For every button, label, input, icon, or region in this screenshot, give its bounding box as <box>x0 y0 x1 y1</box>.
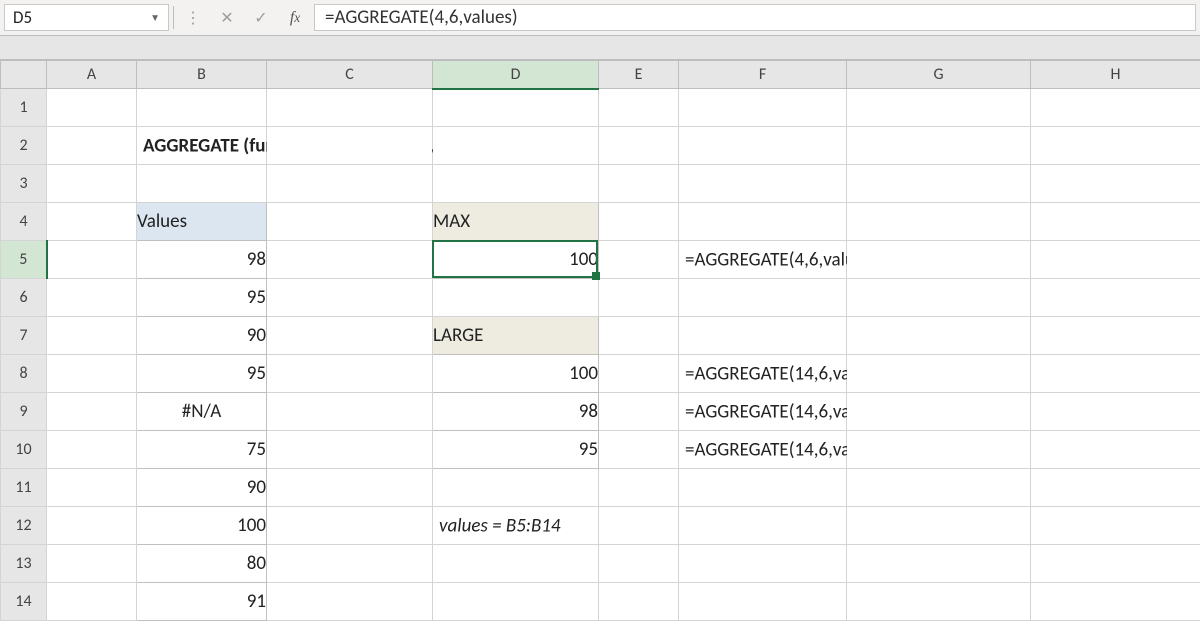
cell-F5[interactable]: =AGGREGATE(4,6,values) <box>679 241 847 279</box>
divider <box>173 6 174 29</box>
col-header-A[interactable]: A <box>47 61 137 89</box>
large-header[interactable]: LARGE <box>433 317 599 355</box>
cell-F9[interactable]: =AGGREGATE(14,6,values,2) <box>679 393 847 431</box>
column-header-row: A B C D E F G H <box>1 61 1200 89</box>
name-box[interactable]: D5 ▼ <box>4 4 169 31</box>
row-header-5[interactable]: 5 <box>1 241 47 279</box>
cell-B2-title[interactable]: AGGREGATE (function_num, options, array,… <box>137 127 267 165</box>
col-header-C[interactable]: C <box>267 61 433 89</box>
row-header-12[interactable]: 12 <box>1 507 47 545</box>
cell-F10[interactable]: =AGGREGATE(14,6,values,3) <box>679 431 847 469</box>
cell-B10[interactable]: 75 <box>137 431 267 469</box>
row-6: 6 95 <box>1 279 1200 317</box>
cell-B8[interactable]: 95 <box>137 355 267 393</box>
row-header-6[interactable]: 6 <box>1 279 47 317</box>
row-12: 12 100 values = B5:B14 <box>1 507 1200 545</box>
row-header-1[interactable]: 1 <box>1 89 47 127</box>
row-header-8[interactable]: 8 <box>1 355 47 393</box>
row-10: 10 75 95 =AGGREGATE(14,6,values,3) <box>1 431 1200 469</box>
row-header-4[interactable]: 4 <box>1 203 47 241</box>
row-header-11[interactable]: 11 <box>1 469 47 507</box>
col-header-B[interactable]: B <box>137 61 267 89</box>
col-header-D[interactable]: D <box>433 61 599 89</box>
name-box-value: D5 <box>13 7 32 28</box>
row-14: 14 91 <box>1 583 1200 621</box>
worksheet-grid[interactable]: A B C D E F G H 1 2 AGGREGATE (function_… <box>0 60 1200 621</box>
cell-B7[interactable]: 90 <box>137 317 267 355</box>
cell-B11[interactable]: 90 <box>137 469 267 507</box>
values-header[interactable]: Values <box>137 203 267 241</box>
cancel-icon[interactable]: ✕ <box>210 0 244 35</box>
cell-F8[interactable]: =AGGREGATE(14,6,values,1) <box>679 355 847 393</box>
chevron-down-icon[interactable]: ▼ <box>150 11 160 24</box>
cell-B5[interactable]: 98 <box>137 241 267 279</box>
select-all-corner[interactable] <box>1 61 47 89</box>
row-header-3[interactable]: 3 <box>1 165 47 203</box>
row-header-14[interactable]: 14 <box>1 583 47 621</box>
row-4: 4 Values MAX <box>1 203 1200 241</box>
row-8: 8 95 100 =AGGREGATE(14,6,values,1) <box>1 355 1200 393</box>
row-header-9[interactable]: 9 <box>1 393 47 431</box>
row-header-10[interactable]: 10 <box>1 431 47 469</box>
formula-input[interactable]: =AGGREGATE(4,6,values) <box>314 4 1196 31</box>
cell-D10[interactable]: 95 <box>433 431 599 469</box>
row-header-2[interactable]: 2 <box>1 127 47 165</box>
row-3: 3 <box>1 165 1200 203</box>
options-icon[interactable]: ⋮ <box>176 0 210 35</box>
formula-text: =AGGREGATE(4,6,values) <box>325 6 518 29</box>
row-5: 5 98 100 =AGGREGATE(4,6,values) <box>1 241 1200 279</box>
cell-B14[interactable]: 91 <box>137 583 267 621</box>
max-header[interactable]: MAX <box>433 203 599 241</box>
ribbon-strip <box>0 36 1200 60</box>
cell-D8[interactable]: 100 <box>433 355 599 393</box>
cell-B12[interactable]: 100 <box>137 507 267 545</box>
enter-icon[interactable]: ✓ <box>244 0 278 35</box>
col-header-H[interactable]: H <box>1031 61 1200 89</box>
row-2: 2 AGGREGATE (function_num, options, arra… <box>1 127 1200 165</box>
row-header-7[interactable]: 7 <box>1 317 47 355</box>
col-header-E[interactable]: E <box>599 61 679 89</box>
row-header-13[interactable]: 13 <box>1 545 47 583</box>
range-note-text: values = B5:B14 <box>439 514 561 537</box>
row-9: 9 #N/A 98 =AGGREGATE(14,6,values,2) <box>1 393 1200 431</box>
cell-B13[interactable]: 80 <box>137 545 267 583</box>
cell-B6[interactable]: 95 <box>137 279 267 317</box>
cell-D5-active[interactable]: 100 <box>433 241 599 279</box>
col-header-G[interactable]: G <box>847 61 1031 89</box>
row-13: 13 80 <box>1 545 1200 583</box>
cell-D9[interactable]: 98 <box>433 393 599 431</box>
row-7: 7 90 LARGE <box>1 317 1200 355</box>
formula-bar: D5 ▼ ⋮ ✕ ✓ fx =AGGREGATE(4,6,values) <box>0 0 1200 36</box>
col-header-F[interactable]: F <box>679 61 847 89</box>
fx-icon[interactable]: fx <box>278 0 312 35</box>
row-1: 1 <box>1 89 1200 127</box>
cell-B9[interactable]: #N/A <box>137 393 267 431</box>
row-11: 11 90 <box>1 469 1200 507</box>
cell-D12-note[interactable]: values = B5:B14 <box>433 507 599 545</box>
